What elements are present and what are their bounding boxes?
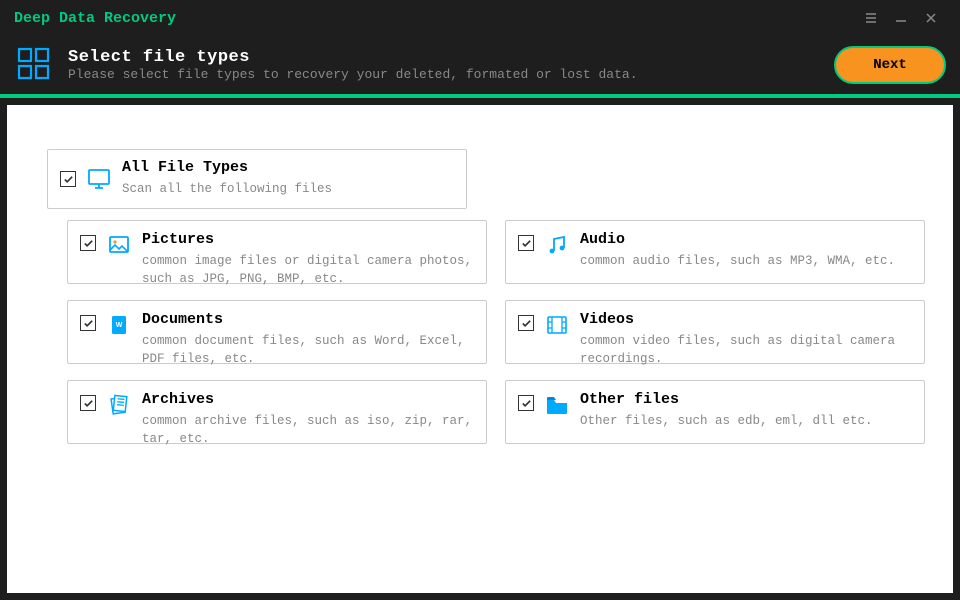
checkbox-videos[interactable]: [518, 315, 534, 331]
card-documents-desc: common document files, such as Word, Exc…: [142, 332, 474, 368]
music-note-icon: [544, 232, 570, 258]
card-pictures[interactable]: Pictures common image files or digital c…: [67, 220, 487, 284]
film-icon: [544, 312, 570, 338]
card-videos[interactable]: Videos common video files, such as digit…: [505, 300, 925, 364]
card-documents-label: Documents: [142, 311, 474, 328]
card-other-desc: Other files, such as edb, eml, dll etc.: [580, 412, 912, 430]
next-button[interactable]: Next: [834, 46, 946, 84]
archive-icon: [106, 392, 132, 418]
card-audio[interactable]: Audio common audio files, such as MP3, W…: [505, 220, 925, 284]
page: All File Types Scan all the following fi…: [7, 105, 953, 593]
next-button-label: Next: [873, 57, 907, 73]
close-icon[interactable]: [916, 3, 946, 33]
card-other[interactable]: Other files Other files, such as edb, em…: [505, 380, 925, 444]
card-videos-desc: common video files, such as digital came…: [580, 332, 912, 368]
card-archives-label: Archives: [142, 391, 474, 408]
page-title: Select file types: [68, 48, 834, 67]
card-audio-desc: common audio files, such as MP3, WMA, et…: [580, 252, 912, 270]
header: Select file types Please select file typ…: [0, 36, 960, 94]
card-videos-label: Videos: [580, 311, 912, 328]
image-icon: [106, 232, 132, 258]
checkbox-archives[interactable]: [80, 395, 96, 411]
folder-icon: [544, 392, 570, 418]
checkbox-all[interactable]: [60, 171, 76, 187]
card-archives[interactable]: Archives common archive files, such as i…: [67, 380, 487, 444]
card-pictures-desc: common image files or digital camera pho…: [142, 252, 474, 288]
checkbox-audio[interactable]: [518, 235, 534, 251]
svg-text:W: W: [116, 322, 123, 329]
minimize-icon[interactable]: [886, 3, 916, 33]
document-icon: W: [106, 312, 132, 338]
page-subtitle: Please select file types to recovery you…: [68, 67, 834, 82]
checkbox-pictures[interactable]: [80, 235, 96, 251]
card-documents[interactable]: W Documents common document files, such …: [67, 300, 487, 364]
monitor-icon: [86, 166, 112, 192]
card-all-label: All File Types: [122, 159, 454, 176]
checkbox-documents[interactable]: [80, 315, 96, 331]
checkbox-other[interactable]: [518, 395, 534, 411]
card-other-label: Other files: [580, 391, 912, 408]
title-bar: Deep Data Recovery: [0, 0, 960, 36]
card-all-file-types[interactable]: All File Types Scan all the following fi…: [47, 149, 467, 209]
stage: All File Types Scan all the following fi…: [0, 98, 960, 600]
card-pictures-label: Pictures: [142, 231, 474, 248]
menu-icon[interactable]: [856, 3, 886, 33]
app-title: Deep Data Recovery: [14, 10, 176, 27]
card-all-desc: Scan all the following files: [122, 180, 454, 198]
card-audio-label: Audio: [580, 231, 912, 248]
app-logo-icon: [14, 44, 56, 86]
card-archives-desc: common archive files, such as iso, zip, …: [142, 412, 474, 448]
